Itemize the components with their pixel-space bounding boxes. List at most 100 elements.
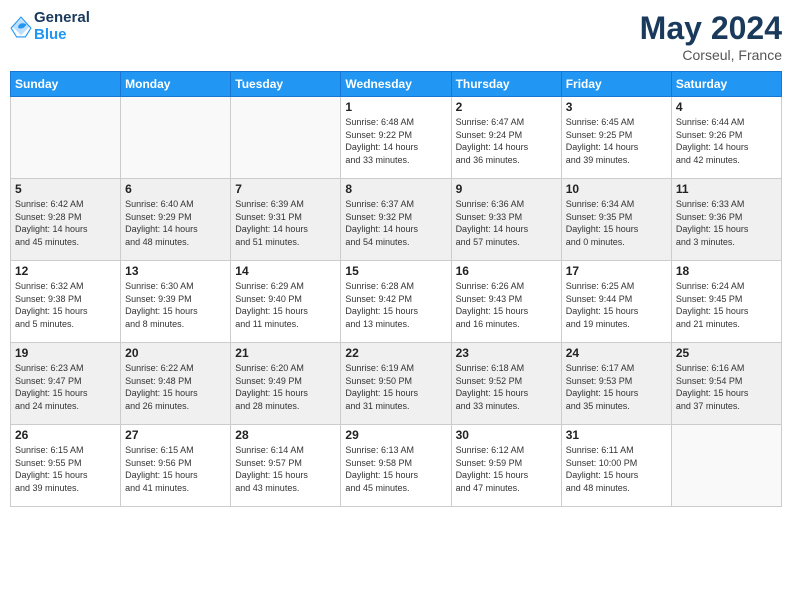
day-number: 7 bbox=[235, 182, 336, 196]
day-info: Sunrise: 6:26 AM Sunset: 9:43 PM Dayligh… bbox=[456, 280, 557, 330]
calendar-week-row: 12 Sunrise: 6:32 AM Sunset: 9:38 PM Dayli… bbox=[11, 261, 782, 343]
day-info: Sunrise: 6:34 AM Sunset: 9:35 PM Dayligh… bbox=[566, 198, 667, 248]
day-info: Sunrise: 6:14 AM Sunset: 9:57 PM Dayligh… bbox=[235, 444, 336, 494]
day-number: 2 bbox=[456, 100, 557, 114]
day-info: Sunrise: 6:28 AM Sunset: 9:42 PM Dayligh… bbox=[345, 280, 446, 330]
day-number: 28 bbox=[235, 428, 336, 442]
day-info: Sunrise: 6:17 AM Sunset: 9:53 PM Dayligh… bbox=[566, 362, 667, 412]
day-info: Sunrise: 6:13 AM Sunset: 9:58 PM Dayligh… bbox=[345, 444, 446, 494]
day-info: Sunrise: 6:48 AM Sunset: 9:22 PM Dayligh… bbox=[345, 116, 446, 166]
day-info: Sunrise: 6:22 AM Sunset: 9:48 PM Dayligh… bbox=[125, 362, 226, 412]
table-row: 9Sunrise: 6:36 AM Sunset: 9:33 PM Daylig… bbox=[451, 179, 561, 261]
header: General Blue May 2024 Corseul, France bbox=[10, 10, 782, 63]
col-sunday: Sunday bbox=[11, 72, 121, 97]
day-number: 13 bbox=[125, 264, 226, 278]
month-title: May 2024 bbox=[640, 10, 782, 47]
table-row: 12 Sunrise: 6:32 AM Sunset: 9:38 PM Dayli… bbox=[11, 261, 121, 343]
day-info: Sunrise: 6:20 AM Sunset: 9:49 PM Dayligh… bbox=[235, 362, 336, 412]
calendar-header-row: Sunday Monday Tuesday Wednesday Thursday… bbox=[11, 72, 782, 97]
day-number: 12 bbox=[15, 264, 116, 278]
day-number: 11 bbox=[676, 182, 777, 196]
day-number: 17 bbox=[566, 264, 667, 278]
day-number: 24 bbox=[566, 346, 667, 360]
calendar-week-row: 26Sunrise: 6:15 AM Sunset: 9:55 PM Dayli… bbox=[11, 425, 782, 507]
day-number: 25 bbox=[676, 346, 777, 360]
logo-text-line2: Blue bbox=[34, 27, 90, 44]
day-info: Sunrise: 6:30 AM Sunset: 9:39 PM Dayligh… bbox=[125, 280, 226, 330]
table-row: 11 Sunrise: 6:33 AM Sunset: 9:36 PM Dayli… bbox=[671, 179, 781, 261]
table-row: 5Sunrise: 6:42 AM Sunset: 9:28 PM Daylig… bbox=[11, 179, 121, 261]
day-info: Sunrise: 6:33 AM Sunset: 9:36 PM Dayligh… bbox=[676, 198, 777, 248]
day-number: 31 bbox=[566, 428, 667, 442]
table-row: 8 Sunrise: 6:37 AM Sunset: 9:32 PM Daylig… bbox=[341, 179, 451, 261]
table-row: 17 Sunrise: 6:25 AM Sunset: 9:44 PM Dayli… bbox=[561, 261, 671, 343]
day-number: 5 bbox=[15, 182, 116, 196]
col-monday: Monday bbox=[121, 72, 231, 97]
day-number: 16 bbox=[456, 264, 557, 278]
day-number: 15 bbox=[345, 264, 446, 278]
logo-text-line1: General bbox=[34, 10, 90, 27]
col-thursday: Thursday bbox=[451, 72, 561, 97]
day-number: 27 bbox=[125, 428, 226, 442]
table-row: 30 Sunrise: 6:12 AM Sunset: 9:59 PM Dayli… bbox=[451, 425, 561, 507]
table-row: 23 Sunrise: 6:18 AM Sunset: 9:52 PM Dayli… bbox=[451, 343, 561, 425]
title-area: May 2024 Corseul, France bbox=[640, 10, 782, 63]
day-number: 21 bbox=[235, 346, 336, 360]
day-info: Sunrise: 6:18 AM Sunset: 9:52 PM Dayligh… bbox=[456, 362, 557, 412]
day-info: Sunrise: 6:29 AM Sunset: 9:40 PM Dayligh… bbox=[235, 280, 336, 330]
col-saturday: Saturday bbox=[671, 72, 781, 97]
day-number: 23 bbox=[456, 346, 557, 360]
page: General Blue May 2024 Corseul, France Su… bbox=[0, 0, 792, 612]
table-row: 4 Sunrise: 6:44 AM Sunset: 9:26 PM Daylig… bbox=[671, 97, 781, 179]
table-row: 31Sunrise: 6:11 AM Sunset: 10:00 PM Dayl… bbox=[561, 425, 671, 507]
table-row: 24 Sunrise: 6:17 AM Sunset: 9:53 PM Dayli… bbox=[561, 343, 671, 425]
day-number: 22 bbox=[345, 346, 446, 360]
day-info: Sunrise: 6:32 AM Sunset: 9:38 PM Dayligh… bbox=[15, 280, 116, 330]
day-number: 1 bbox=[345, 100, 446, 114]
day-info: Sunrise: 6:44 AM Sunset: 9:26 PM Dayligh… bbox=[676, 116, 777, 166]
day-info: Sunrise: 6:23 AM Sunset: 9:47 PM Dayligh… bbox=[15, 362, 116, 412]
day-info: Sunrise: 6:45 AM Sunset: 9:25 PM Dayligh… bbox=[566, 116, 667, 166]
col-wednesday: Wednesday bbox=[341, 72, 451, 97]
day-info: Sunrise: 6:19 AM Sunset: 9:50 PM Dayligh… bbox=[345, 362, 446, 412]
table-row: 25Sunrise: 6:16 AM Sunset: 9:54 PM Dayli… bbox=[671, 343, 781, 425]
table-row: 16 Sunrise: 6:26 AM Sunset: 9:43 PM Dayli… bbox=[451, 261, 561, 343]
calendar-week-row: 5Sunrise: 6:42 AM Sunset: 9:28 PM Daylig… bbox=[11, 179, 782, 261]
table-row: 15 Sunrise: 6:28 AM Sunset: 9:42 PM Dayli… bbox=[341, 261, 451, 343]
table-row: 14 Sunrise: 6:29 AM Sunset: 9:40 PM Dayli… bbox=[231, 261, 341, 343]
table-row: 21 Sunrise: 6:20 AM Sunset: 9:49 PM Dayli… bbox=[231, 343, 341, 425]
table-row: 7 Sunrise: 6:39 AM Sunset: 9:31 PM Daylig… bbox=[231, 179, 341, 261]
day-number: 30 bbox=[456, 428, 557, 442]
day-info: Sunrise: 6:25 AM Sunset: 9:44 PM Dayligh… bbox=[566, 280, 667, 330]
table-row: 26Sunrise: 6:15 AM Sunset: 9:55 PM Dayli… bbox=[11, 425, 121, 507]
calendar-week-row: 19 Sunrise: 6:23 AM Sunset: 9:47 PM Dayli… bbox=[11, 343, 782, 425]
table-row: 2 Sunrise: 6:47 AM Sunset: 9:24 PM Daylig… bbox=[451, 97, 561, 179]
day-info: Sunrise: 6:37 AM Sunset: 9:32 PM Dayligh… bbox=[345, 198, 446, 248]
table-row: 6Sunrise: 6:40 AM Sunset: 9:29 PM Daylig… bbox=[121, 179, 231, 261]
logo: General Blue bbox=[10, 10, 90, 43]
calendar-week-row: 1 Sunrise: 6:48 AM Sunset: 9:22 PM Daylig… bbox=[11, 97, 782, 179]
table-row: 1 Sunrise: 6:48 AM Sunset: 9:22 PM Daylig… bbox=[341, 97, 451, 179]
day-info: Sunrise: 6:40 AM Sunset: 9:29 PM Dayligh… bbox=[125, 198, 226, 248]
table-row: 28 Sunrise: 6:14 AM Sunset: 9:57 PM Dayli… bbox=[231, 425, 341, 507]
day-number: 18 bbox=[676, 264, 777, 278]
location: Corseul, France bbox=[640, 47, 782, 63]
day-number: 14 bbox=[235, 264, 336, 278]
table-row: 13 Sunrise: 6:30 AM Sunset: 9:39 PM Dayli… bbox=[121, 261, 231, 343]
table-row bbox=[231, 97, 341, 179]
day-number: 26 bbox=[15, 428, 116, 442]
table-row bbox=[11, 97, 121, 179]
table-row: 10Sunrise: 6:34 AM Sunset: 9:35 PM Dayli… bbox=[561, 179, 671, 261]
day-info: Sunrise: 6:39 AM Sunset: 9:31 PM Dayligh… bbox=[235, 198, 336, 248]
calendar-table: Sunday Monday Tuesday Wednesday Thursday… bbox=[10, 71, 782, 507]
day-info: Sunrise: 6:47 AM Sunset: 9:24 PM Dayligh… bbox=[456, 116, 557, 166]
table-row: 20 Sunrise: 6:22 AM Sunset: 9:48 PM Dayli… bbox=[121, 343, 231, 425]
day-number: 4 bbox=[676, 100, 777, 114]
day-number: 29 bbox=[345, 428, 446, 442]
day-number: 20 bbox=[125, 346, 226, 360]
table-row bbox=[121, 97, 231, 179]
table-row: 3Sunrise: 6:45 AM Sunset: 9:25 PM Daylig… bbox=[561, 97, 671, 179]
day-number: 19 bbox=[15, 346, 116, 360]
day-info: Sunrise: 6:12 AM Sunset: 9:59 PM Dayligh… bbox=[456, 444, 557, 494]
day-number: 8 bbox=[345, 182, 446, 196]
